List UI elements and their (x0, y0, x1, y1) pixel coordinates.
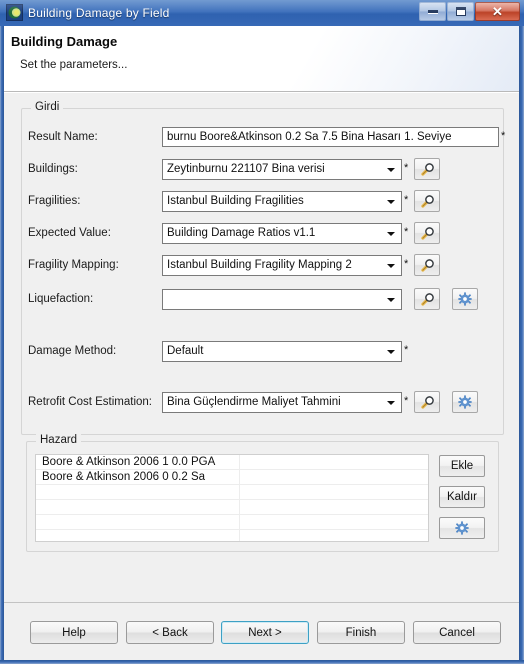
hazard-remove-button[interactable]: Kaldır (439, 486, 485, 508)
browse-button-buildings[interactable] (414, 158, 440, 180)
settings-button-retrofit-cost-estimation[interactable] (452, 391, 478, 413)
label-fragility-mapping: Fragility Mapping: (28, 259, 119, 271)
close-button[interactable]: ✕ (475, 2, 520, 21)
gear-icon (458, 292, 472, 306)
gear-icon (455, 521, 469, 535)
hazard-remove-label: Kaldır (446, 491, 478, 503)
hazard-list-item[interactable]: Boore & Atkinson 2006 1 0.0 PGA (36, 455, 428, 470)
combo-value-buildings: Zeytinburnu 221107 Bina verisi (167, 163, 325, 175)
combo-expected-value[interactable]: Building Damage Ratios v1.1 (162, 223, 402, 244)
title-bar: Building Damage by Field ✕ (0, 0, 524, 26)
page-subtitle: Set the parameters... (20, 59, 128, 71)
combo-damage-method[interactable]: Default (162, 341, 402, 362)
button-label: < Back (152, 626, 188, 639)
chevron-down-icon (387, 401, 395, 405)
dialog-footer: Help < Back Next > Finish Cancel (4, 602, 519, 660)
label-retrofit-cost-estimation: Retrofit Cost Estimation: (28, 396, 152, 408)
button-label: Next > (248, 626, 282, 639)
hazard-group-legend: Hazard (36, 434, 82, 446)
input-group-legend: Girdi (31, 101, 64, 113)
cancel-button[interactable]: Cancel (413, 621, 501, 644)
combo-value-retrofit-cost-estimation: Bina Güçlendirme Maliyet Tahmini (167, 396, 341, 408)
required-asterisk-fragility-mapping: * (404, 258, 409, 270)
magnifier-icon (420, 258, 434, 272)
hazard-list[interactable]: Boore & Atkinson 2006 1 0.0 PGA Boore & A… (35, 454, 429, 542)
input-group: Girdi Result Name: burnu Boore&Atkinson 0… (21, 101, 506, 435)
combo-fragility-mapping[interactable]: Istanbul Building Fragility Mapping 2 (162, 255, 402, 276)
required-asterisk-fragilities: * (404, 194, 409, 206)
chevron-down-icon (387, 298, 395, 302)
label-liquefaction: Liquefaction: (28, 293, 94, 305)
chevron-down-icon (387, 168, 395, 172)
browse-button-liquefaction[interactable] (414, 288, 440, 310)
window-border-bottom (0, 660, 524, 664)
combo-buildings[interactable]: Zeytinburnu 221107 Bina verisi (162, 159, 402, 180)
wizard-header: Building Damage Set the parameters... (4, 26, 519, 92)
hazard-settings-button[interactable] (439, 517, 485, 539)
label-buildings: Buildings: (28, 163, 78, 175)
window-border-right (519, 0, 524, 664)
combo-retrofit-cost-estimation[interactable]: Bina Güçlendirme Maliyet Tahmini (162, 392, 402, 413)
button-label: Finish (345, 626, 377, 639)
label-result-name: Result Name: (28, 131, 98, 143)
dialog-window: Building Damage by Field ✕ Building Dama… (0, 0, 524, 664)
required-asterisk-result-name: * (501, 130, 506, 142)
combo-value-expected-value: Building Damage Ratios v1.1 (167, 227, 316, 239)
chevron-down-icon (387, 264, 395, 268)
required-asterisk-buildings: * (404, 162, 409, 174)
dialog-body: Girdi Result Name: burnu Boore&Atkinson 0… (4, 93, 519, 602)
browse-button-fragilities[interactable] (414, 190, 440, 212)
hazard-list-item[interactable] (36, 485, 428, 500)
combo-fragilities[interactable]: Istanbul Building Fragilities (162, 191, 402, 212)
hazard-add-button[interactable]: Ekle (439, 455, 485, 477)
gear-icon (458, 395, 472, 409)
chevron-down-icon (387, 200, 395, 204)
finish-button[interactable]: Finish (317, 621, 405, 644)
magnifier-icon (420, 292, 434, 306)
label-damage-method: Damage Method: (28, 345, 117, 357)
magnifier-icon (420, 226, 434, 240)
maximize-button[interactable] (447, 2, 474, 21)
hazard-list-item[interactable] (36, 500, 428, 515)
combo-value-fragility-mapping: Istanbul Building Fragility Mapping 2 (167, 259, 352, 271)
hazard-list-item[interactable]: Boore & Atkinson 2006 0 0.2 Sa (36, 470, 428, 485)
browse-button-retrofit-cost-estimation[interactable] (414, 391, 440, 413)
hazard-list-item[interactable] (36, 530, 428, 541)
required-asterisk-retrofit-cost-estimation: * (404, 395, 409, 407)
label-expected-value: Expected Value: (28, 227, 111, 239)
help-button[interactable]: Help (30, 621, 118, 644)
hazard-add-label: Ekle (450, 460, 474, 472)
combo-value-damage-method: Default (167, 345, 204, 357)
button-label: Cancel (439, 626, 475, 639)
combo-value-fragilities: Istanbul Building Fragilities (167, 195, 304, 207)
label-fragilities: Fragilities: (28, 195, 81, 207)
window-title: Building Damage by Field (28, 6, 170, 20)
page-title: Building Damage (11, 34, 118, 49)
chevron-down-icon (387, 232, 395, 236)
window-controls: ✕ (418, 2, 520, 22)
minimize-icon (427, 10, 438, 13)
browse-button-fragility-mapping[interactable] (414, 254, 440, 276)
app-crescent-icon (6, 4, 23, 21)
magnifier-icon (420, 194, 434, 208)
combo-liquefaction[interactable] (162, 289, 402, 310)
maximize-icon (455, 7, 466, 16)
minimize-button[interactable] (419, 2, 446, 21)
required-asterisk-damage-method: * (404, 344, 409, 356)
hazard-group: Hazard Boore & Atkinson 2006 1 0.0 PGA Bo… (26, 434, 499, 552)
settings-button-liquefaction[interactable] (452, 288, 478, 310)
magnifier-icon (420, 162, 434, 176)
next-button[interactable]: Next > (221, 621, 309, 644)
required-asterisk-expected-value: * (404, 226, 409, 238)
back-button[interactable]: < Back (126, 621, 214, 644)
browse-button-expected-value[interactable] (414, 222, 440, 244)
hazard-list-item[interactable] (36, 515, 428, 530)
close-icon: ✕ (492, 4, 503, 19)
input-result-name[interactable]: burnu Boore&Atkinson 0.2 Sa 7.5 Bina Has… (162, 127, 499, 147)
magnifier-icon (420, 395, 434, 409)
button-label: Help (62, 626, 86, 639)
chevron-down-icon (387, 350, 395, 354)
